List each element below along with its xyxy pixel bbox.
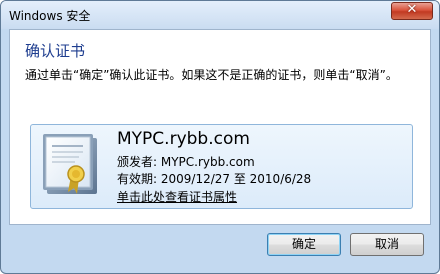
cancel-button[interactable]: 取消 — [350, 233, 424, 256]
ok-button[interactable]: 确定 — [267, 233, 341, 256]
dialog-content: 确认证书 通过单击“确定”确认此证书。如果这不是正确的证书，则单击“取消”。 M… — [9, 29, 431, 225]
dialog-heading: 确认证书 — [25, 42, 86, 60]
view-certificate-properties-link[interactable]: 单击此处查看证书属性 — [117, 188, 237, 205]
dialog-instruction: 通过单击“确定”确认此证书。如果这不是正确的证书，则单击“取消”。 — [25, 68, 398, 82]
certificate-name: MYPC.rybb.com — [117, 129, 250, 149]
certificate-validity: 有效期: 2009/12/27 至 2010/6/28 — [117, 172, 312, 186]
security-dialog: Windows 安全 ✕ 确认证书 通过单击“确定”确认此证书。如果这不是正确的… — [0, 0, 440, 274]
certificate-tile[interactable]: MYPC.rybb.com 颁发者: MYPC.rybb.com 有效期: 20… — [30, 124, 413, 209]
certificate-icon — [43, 134, 97, 194]
certificate-issuer: 颁发者: MYPC.rybb.com — [117, 155, 255, 169]
close-icon: ✕ — [406, 2, 418, 17]
window-title: Windows 安全 — [9, 9, 91, 23]
close-button[interactable]: ✕ — [391, 2, 433, 20]
title-bar[interactable]: Windows 安全 ✕ — [1, 1, 439, 29]
